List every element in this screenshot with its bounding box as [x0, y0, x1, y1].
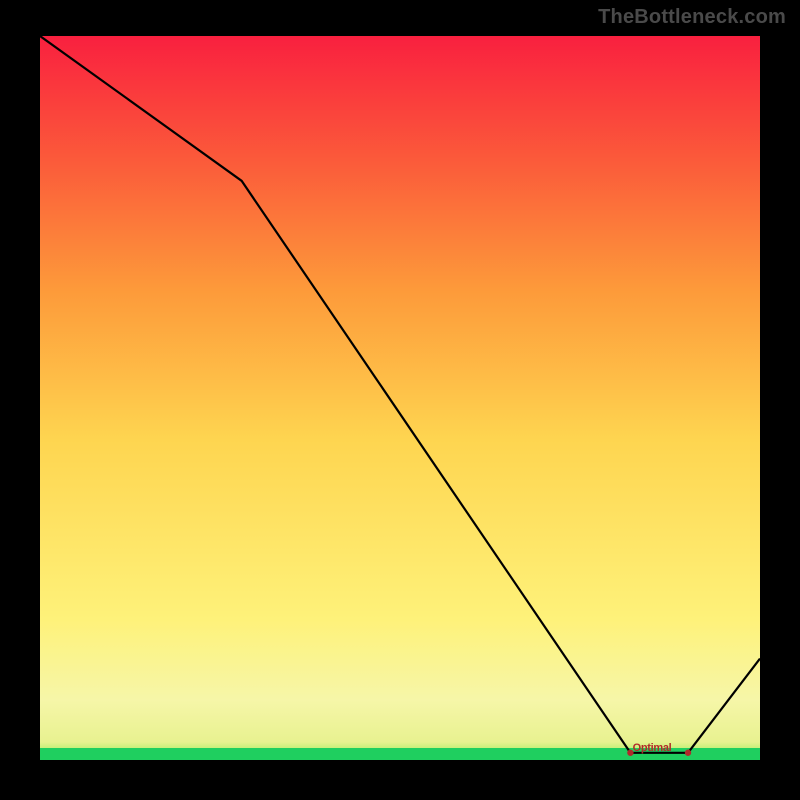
chart-frame: TheBottleneck.com Optimal: [0, 0, 800, 800]
plot-area: Optimal: [40, 36, 760, 760]
bottleneck-curve: [40, 36, 760, 753]
optimal-annotation: Optimal: [633, 742, 672, 754]
watermark-text: TheBottleneck.com: [598, 6, 786, 29]
line-chart-svg: Optimal: [40, 36, 760, 760]
optimal-marker-right: [685, 750, 691, 756]
